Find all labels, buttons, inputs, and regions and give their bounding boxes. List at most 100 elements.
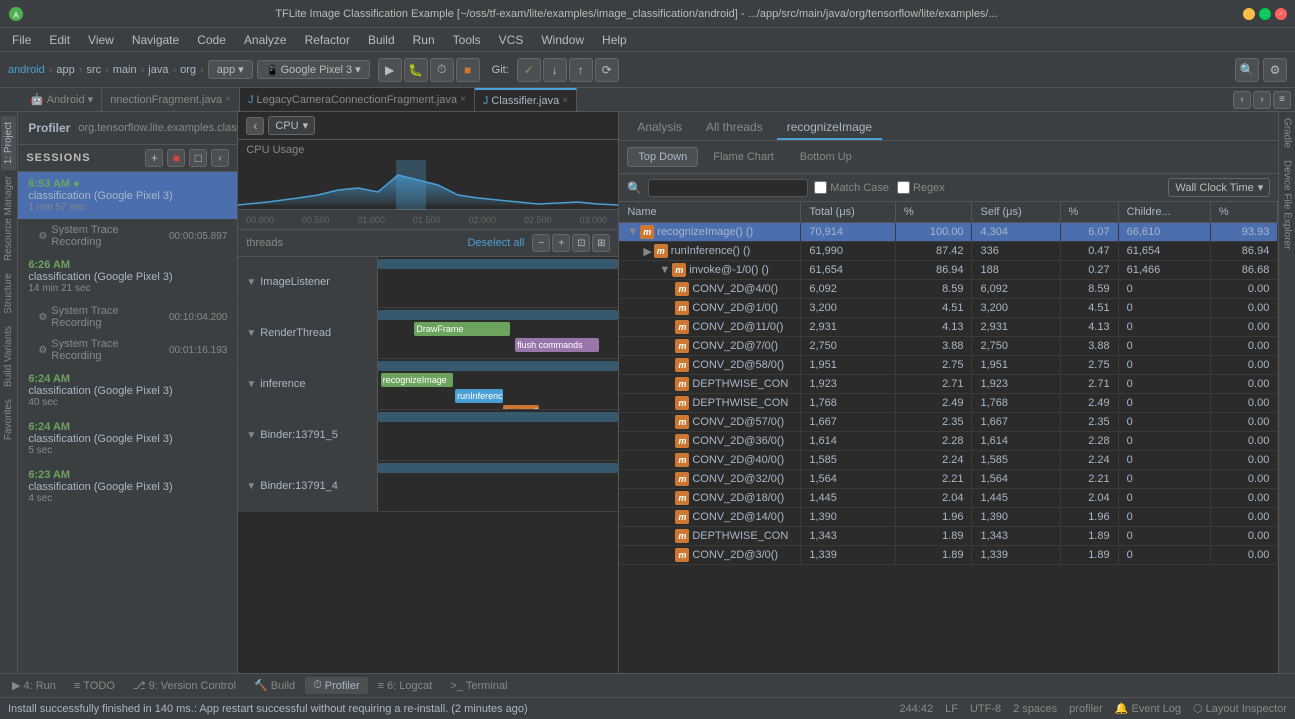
far-left-tab-build-variants[interactable]: Build Variants [1, 320, 16, 393]
thread-track-0[interactable] [378, 257, 618, 307]
table-row[interactable]: mCONV_2D@18/0()1,4452.041,4452.0400.00 [619, 489, 1278, 508]
table-row[interactable]: mDEPTHWISE_CON1,7682.491,7682.4900.00 [619, 394, 1278, 413]
time-dropdown[interactable]: Wall Clock Time ▾ [1168, 178, 1270, 197]
bottom-tab-4--run[interactable]: ▶ 4: Run [4, 677, 64, 694]
track-bar-1-1[interactable]: flush commands [515, 338, 599, 352]
expand-icon[interactable]: ▼ [627, 226, 638, 238]
right-tab-device-file-explorer[interactable]: Device File Explorer [1280, 154, 1295, 255]
table-row[interactable]: mCONV_2D@3/0()1,3391.891,3391.8900.00 [619, 546, 1278, 565]
expand-icon[interactable]: ▼ [659, 264, 670, 276]
bottom-tab-build[interactable]: 🔨 Build [246, 677, 303, 694]
view-tab-flame-chart[interactable]: Flame Chart [702, 147, 785, 167]
session-sub-1-1[interactable]: ⚙ System Trace Recording 00:01:16.193 [18, 334, 237, 367]
table-header--[interactable]: % [895, 202, 972, 223]
table-header-name[interactable]: Name [619, 202, 801, 223]
table-row[interactable]: ▼minvoke@-1/0() ()61,65486.941880.2761,4… [619, 261, 1278, 280]
close-button[interactable]: × [1275, 8, 1287, 20]
tab-classifier[interactable]: J Classifier.java × [475, 88, 577, 111]
track-bar-1-0[interactable]: DrawFrame [414, 322, 510, 336]
stop-button[interactable]: ■ [456, 58, 480, 82]
table-header-childre---[interactable]: Childre... [1118, 202, 1210, 223]
thread-label-0[interactable]: ▼ ImageListener [238, 257, 378, 307]
right-tab-gradle[interactable]: Gradle [1280, 112, 1295, 154]
table-row[interactable]: ▼mrecognizeImage() ()70,914100.004,3046.… [619, 223, 1278, 242]
thread-collapse-icon[interactable]: ▼ [246, 481, 256, 492]
session-item-0[interactable]: 6:53 AM ●classification (Google Pixel 3)… [18, 172, 237, 220]
search-everywhere-button[interactable]: 🔍 [1235, 58, 1259, 82]
menu-item-refactor[interactable]: Refactor [297, 31, 358, 49]
table-header--[interactable]: % [1060, 202, 1118, 223]
bottom-tab-6--logcat[interactable]: ≡ 6: Logcat [370, 678, 441, 694]
table-row[interactable]: mCONV_2D@11/0()2,9314.132,9314.1300.00 [619, 318, 1278, 337]
menu-item-build[interactable]: Build [360, 31, 403, 49]
deselect-all-button[interactable]: Deselect all [467, 237, 524, 249]
settings-button[interactable]: ⚙ [1263, 58, 1287, 82]
cursor-position[interactable]: 244:42 [899, 703, 933, 715]
run-button[interactable]: ▶ [378, 58, 402, 82]
bottom-tab-terminal[interactable]: >_ Terminal [442, 678, 515, 694]
thread-label-2[interactable]: ▼ inference [238, 359, 378, 409]
view-tab-top-down[interactable]: Top Down [627, 147, 698, 167]
bottom-tab-9--version-control[interactable]: ⎇ 9: Version Control [125, 677, 244, 694]
end-session-button[interactable]: □ [189, 149, 207, 167]
thread-label-3[interactable]: ▼ Binder:13791_5 [238, 410, 378, 460]
thread-label-4[interactable]: ▼ Binder:13791_4 [238, 461, 378, 511]
app-dropdown[interactable]: app ▾ [208, 60, 253, 79]
thread-track-4[interactable] [378, 461, 618, 511]
menu-item-code[interactable]: Code [189, 31, 234, 49]
line-ending[interactable]: LF [945, 703, 958, 715]
charset[interactable]: UTF-8 [970, 703, 1001, 715]
thread-label-1[interactable]: ▼ RenderThread [238, 308, 378, 358]
session-item-4[interactable]: 6:23 AMclassification (Google Pixel 3)4 … [18, 463, 237, 511]
menu-item-analyze[interactable]: Analyze [236, 31, 295, 49]
table-row[interactable]: mDEPTHWISE_CON1,9232.711,9232.7100.00 [619, 375, 1278, 394]
frame-btn[interactable]: ⊞ [592, 234, 610, 252]
menu-item-navigate[interactable]: Navigate [124, 31, 187, 49]
table-header-total---s-[interactable]: Total (μs) [801, 202, 896, 223]
table-row[interactable]: mCONV_2D@32/0()1,5642.211,5642.2100.00 [619, 470, 1278, 489]
git-push-button[interactable]: ↑ [569, 58, 593, 82]
far-left-tab-resource-manager[interactable]: Resource Manager [1, 170, 16, 267]
breadcrumb-org[interactable]: org [180, 64, 196, 76]
git-history-button[interactable]: ⟳ [595, 58, 619, 82]
thread-collapse-icon[interactable]: ▼ [246, 379, 256, 390]
maximize-button[interactable]: □ [1259, 8, 1271, 20]
thread-collapse-icon[interactable]: ▼ [246, 430, 256, 441]
bottom-tab-todo[interactable]: ≡ TODO [66, 678, 123, 694]
regex-checkbox[interactable]: Regex [897, 181, 945, 194]
view-tab-bottom-up[interactable]: Bottom Up [789, 147, 863, 167]
breadcrumb-main[interactable]: main [113, 64, 137, 76]
thread-track-2[interactable]: recognizeImagerunInferenceinvoke@-1/0CON… [378, 359, 618, 409]
tab-connection-fragment[interactable]: nnectionFragment.java × [102, 88, 240, 111]
track-bar-2-2[interactable]: invoke@-1/0 [503, 405, 539, 409]
breadcrumb-src[interactable]: src [86, 64, 101, 76]
tab-list[interactable]: ≡ [1273, 91, 1291, 109]
expand-icon[interactable]: ▶ [643, 245, 651, 258]
table-row[interactable]: mDEPTHWISE_CON1,3431.891,3431.8900.00 [619, 527, 1278, 546]
far-left-tab-structure[interactable]: Structure [1, 267, 16, 320]
tab-legacy-camera[interactable]: J LegacyCameraConnectionFragment.java × [240, 88, 475, 111]
table-row[interactable]: mCONV_2D@57/0()1,6672.351,6672.3500.00 [619, 413, 1278, 432]
table-row[interactable]: mCONV_2D@1/0()3,2004.513,2004.5100.00 [619, 299, 1278, 318]
layout-inspector-button[interactable]: ⬡Layout Inspector [1193, 702, 1287, 715]
tab-nav-forward[interactable]: › [1253, 91, 1271, 109]
match-case-checkbox[interactable]: Match Case [814, 181, 889, 194]
menu-item-help[interactable]: Help [594, 31, 635, 49]
track-bar-2-1[interactable]: runInference [455, 389, 503, 403]
thread-track-3[interactable] [378, 410, 618, 460]
android-tab[interactable]: 🤖 Android ▾ [22, 88, 102, 111]
table-row[interactable]: mCONV_2D@14/0()1,3901.961,3901.9600.00 [619, 508, 1278, 527]
table-header-self---s-[interactable]: Self (μs) [972, 202, 1060, 223]
far-left-tab-favorites[interactable]: Favorites [1, 393, 16, 446]
bottom-tab-profiler[interactable]: ⏱ Profiler [305, 677, 367, 694]
table-row[interactable]: ▶mrunInference() ()61,99087.423360.4761,… [619, 242, 1278, 261]
thread-track-1[interactable]: DrawFrame flush commands [378, 308, 618, 358]
zoom-in-btn[interactable]: + [552, 234, 570, 252]
breadcrumb-android[interactable]: android [8, 64, 45, 76]
minimize-button[interactable]: − [1243, 8, 1255, 20]
tab-nav-back[interactable]: ‹ [1233, 91, 1251, 109]
analysis-tab-analysis[interactable]: Analysis [627, 116, 692, 140]
back-button[interactable]: ‹ [211, 149, 229, 167]
breadcrumb-java[interactable]: java [148, 64, 168, 76]
far-left-tab-1:-project[interactable]: 1: Project [1, 116, 16, 170]
